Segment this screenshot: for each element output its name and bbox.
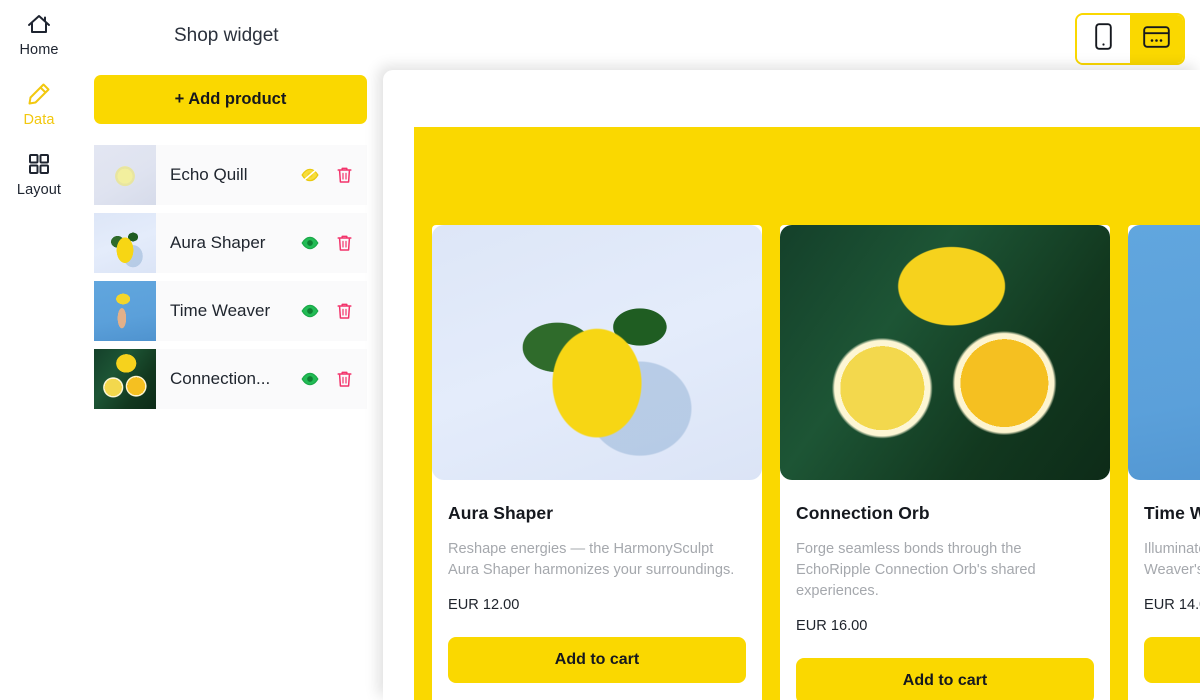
pencil-icon [25, 80, 53, 108]
rail-label-home: Home [19, 42, 59, 58]
app-root: Home Data Layout Shop widget + Add produ… [0, 0, 1200, 700]
list-item[interactable]: Time Weaver [94, 281, 367, 341]
product-card-image [432, 225, 762, 480]
eye-icon[interactable] [301, 234, 319, 252]
device-toggle-mobile[interactable] [1077, 15, 1130, 63]
product-card-image [1128, 225, 1200, 480]
product-card-row: Aura Shaper Reshape energies — the Harmo… [432, 225, 1200, 700]
row-actions [301, 166, 367, 184]
preview-panel: Aura Shaper Reshape energies — the Harmo… [383, 70, 1200, 700]
product-thumbnail [94, 213, 156, 273]
list-item[interactable]: Aura Shaper [94, 213, 367, 273]
grid-icon [25, 150, 53, 178]
list-item[interactable]: Echo Quill [94, 145, 367, 205]
product-card-title: Aura Shaper [448, 503, 554, 523]
row-actions [301, 302, 367, 320]
trash-icon[interactable] [335, 302, 353, 320]
left-rail: Home Data Layout [0, 0, 78, 700]
product-card-title: Connection Orb [796, 503, 930, 523]
widget-stage: Aura Shaper Reshape energies — the Harmo… [414, 127, 1200, 700]
product-card-body: Connection Orb Forge seamless bonds thro… [780, 480, 1110, 700]
home-icon [25, 10, 53, 38]
product-name: Echo Quill [170, 165, 248, 184]
product-card-price: EUR 12.00 [448, 597, 520, 613]
product-card[interactable]: Aura Shaper Reshape energies — the Harmo… [432, 225, 762, 700]
list-item[interactable]: Connection... [94, 349, 367, 409]
device-toggle-desktop[interactable] [1130, 15, 1183, 63]
add-to-cart-button[interactable]: Add to cart [448, 637, 746, 683]
product-card-price: EUR 16.00 [796, 618, 868, 634]
product-name: Connection... [170, 369, 271, 388]
add-product-button[interactable]: + Add product [94, 75, 367, 124]
trash-icon[interactable] [335, 370, 353, 388]
product-card-description: Reshape energies — the HarmonySculpt Aur… [448, 541, 735, 578]
product-card-body: Aura Shaper Reshape energies — the Harmo… [432, 480, 762, 700]
phone-icon [1095, 23, 1112, 55]
product-card-title: Time Weaver [1144, 503, 1200, 523]
trash-icon[interactable] [335, 166, 353, 184]
product-card-body: Time Weaver Illuminate moments — the Chr… [1128, 480, 1200, 700]
eye-off-icon[interactable] [301, 166, 319, 184]
rail-label-data: Data [23, 112, 55, 128]
product-card[interactable]: Time Weaver Illuminate moments — the Chr… [1128, 225, 1200, 700]
product-thumbnail [94, 349, 156, 409]
row-actions [301, 234, 367, 252]
rail-item-data[interactable]: Data [0, 80, 78, 128]
trash-icon[interactable] [335, 234, 353, 252]
product-name: Aura Shaper [170, 233, 266, 252]
row-actions [301, 370, 367, 388]
browser-icon [1143, 25, 1170, 54]
product-card-image [780, 225, 1110, 480]
rail-item-home[interactable]: Home [0, 10, 78, 58]
add-to-cart-button[interactable]: Add to cart [1144, 637, 1200, 683]
page-title: Shop widget [174, 25, 279, 46]
product-card[interactable]: Connection Orb Forge seamless bonds thro… [780, 225, 1110, 700]
eye-icon[interactable] [301, 370, 319, 388]
product-card-price: EUR 14.00 [1144, 597, 1200, 613]
product-thumbnail [94, 145, 156, 205]
product-card-description: Illuminate moments — the ChronoGlow Time… [1144, 541, 1200, 578]
rail-item-layout[interactable]: Layout [0, 150, 78, 198]
product-thumbnail [94, 281, 156, 341]
product-card-description: Forge seamless bonds through the EchoRip… [796, 541, 1036, 599]
rail-label-layout: Layout [16, 182, 62, 198]
data-panel: Shop widget + Add product Echo Quill Aur… [78, 0, 383, 700]
product-name: Time Weaver [170, 301, 271, 320]
add-to-cart-button[interactable]: Add to cart [796, 658, 1094, 700]
eye-icon[interactable] [301, 302, 319, 320]
product-list: Echo Quill Aura Shaper Time Weaver Conne… [94, 145, 367, 417]
device-toggle [1075, 13, 1185, 65]
